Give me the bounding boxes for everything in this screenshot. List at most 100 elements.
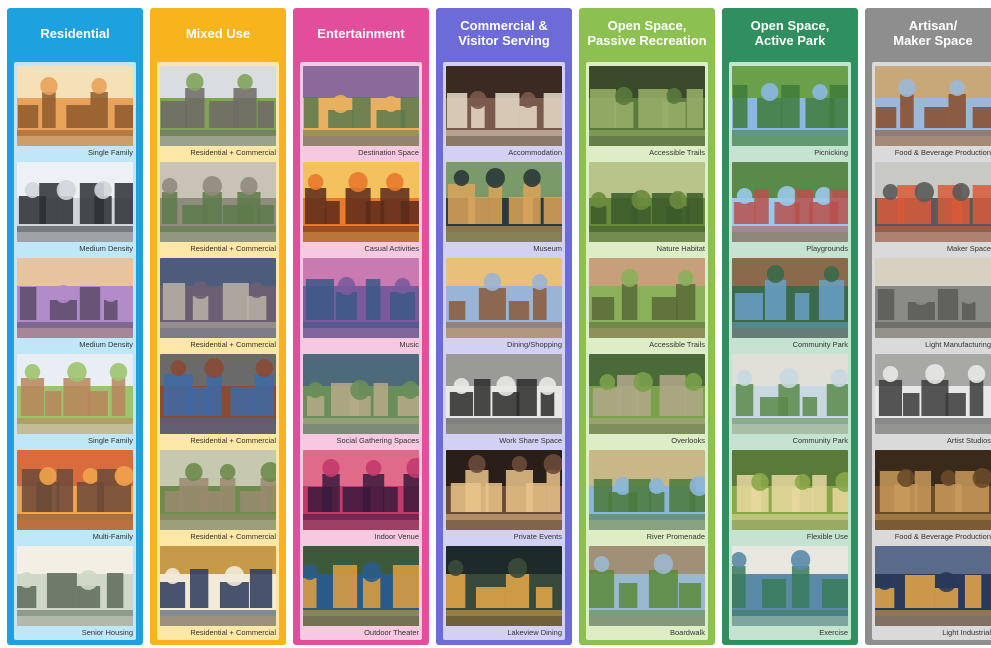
photo-barrels [875, 450, 991, 530]
photo-stage-lights [303, 450, 419, 530]
photo-tile: Medium Density [17, 162, 133, 255]
photo-tile: River Promenade [589, 450, 705, 543]
column-title: Open Space, Passive Recreation [587, 18, 707, 48]
category-column: Open Space, Passive Recreation Accessible… [579, 8, 715, 645]
category-column: Entertainment Destination Space Casual Act… [293, 8, 429, 645]
photo-caption: Accommodation [508, 148, 562, 157]
photo-caption: Light Industrial [942, 628, 991, 637]
photo-brewery-exterior [875, 66, 991, 146]
photo-caption: Community Park [792, 340, 848, 349]
photo-caption: Overlooks [671, 436, 705, 445]
column-tiles: Residential + Commercial Residential + Co… [157, 62, 279, 640]
photo-loft-office [446, 354, 562, 434]
photo-caption: Single Family [87, 436, 133, 445]
photo-caption: Flexible Use [806, 532, 848, 541]
photo-tile: Light Industrial [875, 546, 991, 639]
photo-tile: Residential + Commercial [160, 546, 276, 639]
photo-firepit [303, 162, 419, 242]
photo-tennis [732, 546, 848, 626]
photo-tile: Destination Space [303, 66, 419, 159]
photo-tile: Accommodation [446, 66, 562, 159]
photo-plaza-aerial [303, 354, 419, 434]
photo-tile: Overlooks [589, 354, 705, 447]
photo-caption: Museum [533, 244, 562, 253]
photo-tile: Artist Studios [875, 354, 991, 447]
photo-caption: Accessible Trails [649, 340, 705, 349]
photo-caption: Maker Space [946, 244, 991, 253]
photo-tile: Community Park [732, 258, 848, 351]
photo-caption: Indoor Venue [374, 532, 419, 541]
photo-tile: Residential + Commercial [160, 258, 276, 351]
column-title: Open Space, Active Park [750, 18, 830, 48]
photo-workshop [875, 162, 991, 242]
photo-caption: Playgrounds [806, 244, 848, 253]
photo-aerial-block [160, 162, 276, 242]
photo-tile: Multi-Family [17, 450, 133, 543]
photo-night-storefront [160, 546, 276, 626]
column-tiles: Accommodation Museum Dining/Shopping Work S… [443, 62, 565, 640]
photo-caption: Nature Habitat [656, 244, 705, 253]
photo-studio [875, 354, 991, 434]
photo-tile: Residential + Commercial [160, 66, 276, 159]
photo-tile: Light Manufacturing [875, 258, 991, 351]
category-column: Mixed Use Residential + Commercial Residen… [150, 8, 286, 645]
photo-tile: Museum [446, 162, 562, 255]
photo-caption: Accessible Trails [649, 148, 705, 157]
photo-caption: Light Manufacturing [925, 340, 991, 349]
column-title: Artisan/ Maker Space [893, 18, 973, 48]
photo-yoga-lawn [732, 450, 848, 530]
photo-tile: Senior Housing [17, 546, 133, 639]
photo-crowd [303, 258, 419, 338]
column-title: Entertainment [317, 25, 405, 41]
photo-apartment-block [160, 258, 276, 338]
category-column: Artisan/ Maker Space Food & Beverage Prod… [865, 8, 991, 645]
photo-tile: Boardwalk [589, 546, 705, 639]
photo-lit-building [446, 162, 562, 242]
photo-terraces [589, 354, 705, 434]
category-column: Open Space, Active Park Picnicking Playgro… [722, 8, 858, 645]
column-tiles: Accessible Trails Nature Habitat Accessibl… [586, 62, 708, 640]
column-tiles: Picnicking Playgrounds Community Park Commu… [729, 62, 851, 640]
photo-tile: Music [303, 258, 419, 351]
column-title: Mixed Use [185, 25, 251, 41]
photo-tile: Food & Beverage Production [875, 450, 991, 543]
photo-tile: Accessible Trails [589, 258, 705, 351]
photo-tile: Medium Density [17, 258, 133, 351]
photo-caption: Residential + Commercial [190, 340, 276, 349]
photo-tile: Exercise [732, 546, 848, 639]
photo-caption: Senior Housing [81, 628, 133, 637]
photo-event-hall [446, 450, 562, 530]
photo-caption: Boardwalk [669, 628, 705, 637]
photo-playground [732, 162, 848, 242]
photo-caption: Social Gathering Spaces [336, 436, 419, 445]
photo-family-walk [17, 354, 133, 434]
photo-caption: Community Park [792, 436, 848, 445]
photo-park-path [732, 354, 848, 434]
photo-tile: Social Gathering Spaces [303, 354, 419, 447]
photo-tile: Single Family [17, 66, 133, 159]
photo-tile: Residential + Commercial [160, 162, 276, 255]
photo-hikers [589, 162, 705, 242]
photo-tile: Lakeview Dining [446, 546, 562, 639]
photo-tile: Picnicking [732, 66, 848, 159]
photo-night-facility [875, 546, 991, 626]
photo-caption: Lakeview Dining [507, 628, 562, 637]
photo-tile: Private Events [446, 450, 562, 543]
photo-hotel-room [446, 66, 562, 146]
photo-forest-trail [589, 66, 705, 146]
photo-caption: Private Events [513, 532, 562, 541]
photo-tile: Accessible Trails [589, 66, 705, 159]
photo-lake-bridge [732, 258, 848, 338]
photo-runners [589, 258, 705, 338]
photo-caption: Dining/Shopping [506, 340, 562, 349]
photo-tile: Nature Habitat [589, 162, 705, 255]
photo-promenade [589, 450, 705, 530]
photo-tile: Maker Space [875, 162, 991, 255]
photo-caption: Single Family [87, 148, 133, 157]
photo-tile: Dining/Shopping [446, 258, 562, 351]
photo-tile: Indoor Venue [303, 450, 419, 543]
photo-caption: Music [399, 340, 419, 349]
photo-shop-street [446, 258, 562, 338]
category-column: Residential Single Family Medium Density Me… [7, 8, 143, 645]
column-tiles: Destination Space Casual Activities Music S… [300, 62, 422, 640]
